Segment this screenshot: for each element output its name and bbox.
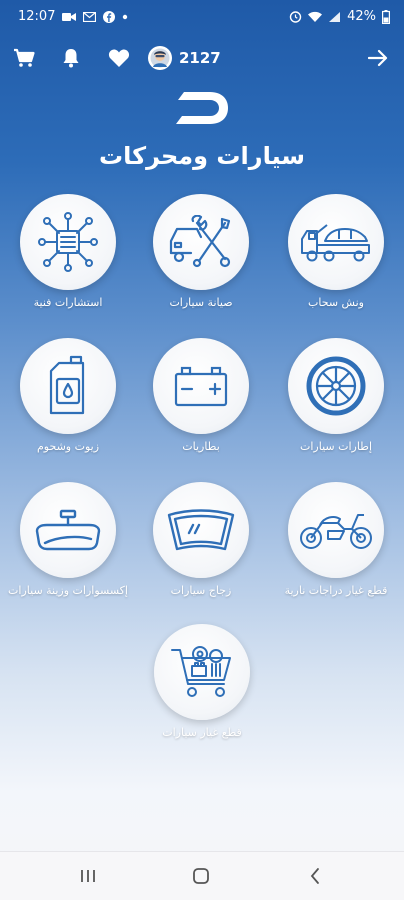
video-icon xyxy=(62,12,77,22)
home-icon[interactable] xyxy=(189,866,213,886)
category-circle[interactable] xyxy=(288,194,384,290)
category-tow-truck[interactable]: ونش سحاب xyxy=(271,194,401,309)
category-car-glass[interactable]: زجاج سيارات xyxy=(136,482,266,597)
brand-logo xyxy=(170,88,234,128)
category-circle[interactable] xyxy=(20,482,116,578)
category-label: ونش سحاب xyxy=(308,296,364,309)
category-technical-consulting[interactable]: استشارات فنية xyxy=(3,194,133,309)
tire-wheel-icon xyxy=(306,356,366,416)
notification-dot-icon xyxy=(122,14,128,20)
category-circle[interactable] xyxy=(153,338,249,434)
cart-icon[interactable] xyxy=(12,46,36,70)
status-right: 42% xyxy=(289,9,390,24)
category-label: قطع غيار سيارات xyxy=(162,726,242,739)
bell-icon[interactable] xyxy=(59,46,83,70)
parts-cart-icon xyxy=(171,646,231,697)
category-car-maintenance[interactable]: صيانة سيارات xyxy=(136,194,266,309)
recent-apps-icon[interactable] xyxy=(76,866,100,886)
category-car-parts[interactable]: قطع غيار سيارات xyxy=(137,624,267,739)
motorcycle-icon xyxy=(300,514,372,549)
category-motorcycle-parts[interactable]: قطع غيار دراجات نارية xyxy=(271,482,401,597)
mail-icon xyxy=(83,11,97,22)
category-label: زيوت وشحوم xyxy=(36,440,100,453)
page-title: سيارات ومحركات xyxy=(98,142,305,170)
status-time: 12:07 xyxy=(18,9,56,24)
points-count: 2127 xyxy=(179,49,221,67)
app-bar: 2127 xyxy=(0,42,404,76)
category-label: صيانة سيارات xyxy=(169,296,233,309)
battery-icon xyxy=(382,9,390,24)
category-batteries[interactable]: بطاريات xyxy=(136,338,266,453)
back-icon[interactable] xyxy=(303,866,327,886)
user-badge[interactable]: 2127 xyxy=(148,46,221,70)
category-label: إكسسوارات وزينة سيارات xyxy=(8,584,128,597)
category-circle[interactable] xyxy=(20,194,116,290)
category-circle[interactable] xyxy=(153,194,249,290)
tow-truck-icon xyxy=(301,224,370,262)
category-oils[interactable]: زيوت وشحوم xyxy=(3,338,133,453)
category-circle[interactable] xyxy=(154,624,250,720)
car-repair-tools-icon xyxy=(169,215,231,268)
category-label: بطاريات xyxy=(182,440,220,453)
category-tires[interactable]: إطارات سيارات xyxy=(271,338,401,453)
category-label: قطع غيار دراجات نارية xyxy=(284,584,388,597)
alarm-icon xyxy=(289,10,302,23)
category-circle[interactable] xyxy=(288,482,384,578)
category-label: زجاج سيارات xyxy=(170,584,232,597)
avatar[interactable] xyxy=(148,46,172,70)
signal-icon xyxy=(328,11,341,23)
category-label: إطارات سيارات xyxy=(300,440,372,453)
status-bar: 12:07 42% xyxy=(0,0,404,34)
status-left: 12:07 xyxy=(18,9,128,24)
windshield-icon xyxy=(167,509,235,551)
car-battery-icon xyxy=(174,366,228,407)
system-nav-bar xyxy=(0,851,404,900)
heart-icon[interactable] xyxy=(107,46,131,70)
oil-can-icon xyxy=(49,355,85,415)
battery-percent: 42% xyxy=(347,9,376,24)
arrow-forward-icon[interactable] xyxy=(366,46,390,70)
category-circle[interactable] xyxy=(20,338,116,434)
wifi-icon xyxy=(308,11,323,22)
facebook-icon xyxy=(103,10,116,23)
category-accessories[interactable]: إكسسوارات وزينة سيارات xyxy=(3,482,133,597)
driver-avatar-icon xyxy=(150,48,170,68)
circuit-chip-icon xyxy=(38,212,98,272)
rearview-mirror-icon xyxy=(35,509,101,551)
category-circle[interactable] xyxy=(288,338,384,434)
category-circle[interactable] xyxy=(153,482,249,578)
category-label: استشارات فنية xyxy=(33,296,103,309)
